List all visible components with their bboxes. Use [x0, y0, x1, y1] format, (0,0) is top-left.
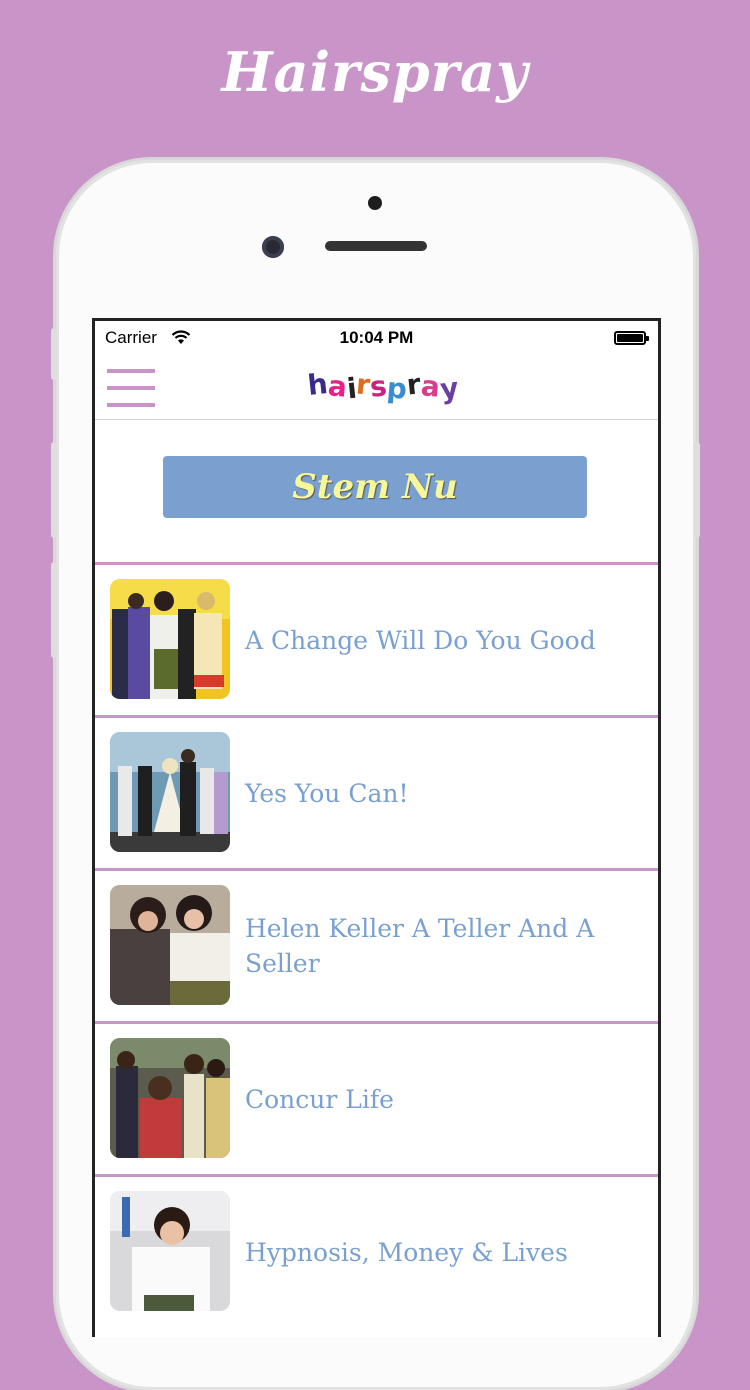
- song-thumbnail: [110, 579, 230, 699]
- volume-down-button: [51, 562, 57, 658]
- song-title: Hypnosis, Money & Lives: [245, 1237, 568, 1267]
- song-title: A Change Will Do You Good: [245, 625, 596, 655]
- song-title: Concur Life: [245, 1084, 394, 1114]
- song-item[interactable]: Yes You Can!: [95, 715, 658, 868]
- logo-letter: h: [306, 367, 330, 402]
- song-title: Yes You Can!: [245, 778, 409, 808]
- song-thumbnail: [110, 732, 230, 852]
- logo-letter: p: [385, 371, 409, 406]
- silent-switch: [51, 328, 57, 380]
- song-item[interactable]: A Change Will Do You Good: [95, 562, 658, 715]
- vote-button-label: Stem Nu: [292, 467, 458, 507]
- battery-icon: [614, 331, 649, 345]
- vote-button[interactable]: Stem Nu: [163, 456, 587, 518]
- logo-letter: a: [326, 369, 349, 404]
- hamburger-menu-icon[interactable]: [107, 369, 155, 407]
- status-bar: Carrier 10:04 PM: [95, 321, 658, 355]
- vote-section: Stem Nu: [95, 420, 658, 563]
- song-item[interactable]: Hypnosis, Money & Lives: [95, 1174, 658, 1327]
- song-item[interactable]: Helen Keller A Teller And A Seller: [95, 868, 658, 1021]
- song-item[interactable]: Concur Life: [95, 1021, 658, 1174]
- volume-up-button: [51, 442, 57, 538]
- logo-letter: y: [438, 371, 460, 406]
- song-thumbnail: [110, 885, 230, 1005]
- earpiece-speaker: [325, 241, 427, 251]
- logo-letter: a: [419, 369, 442, 404]
- song-thumbnail: [110, 1191, 230, 1311]
- song-thumbnail: [110, 1038, 230, 1158]
- front-camera: [262, 236, 284, 258]
- nav-bar: hairspray: [95, 355, 658, 420]
- power-button: [694, 442, 700, 538]
- phone-screen: Carrier 10:04 PM hairspray Stem Nu A Cha…: [92, 318, 661, 1337]
- proximity-sensor: [368, 196, 382, 210]
- song-list: A Change Will Do You Good Yes You Can! H…: [95, 562, 658, 1327]
- hairspray-logo: hairspray: [306, 367, 460, 407]
- song-title: Helen Keller A Teller And A Seller: [245, 914, 595, 978]
- promo-title: Hairspray: [221, 40, 529, 104]
- clock: 10:04 PM: [339, 328, 414, 347]
